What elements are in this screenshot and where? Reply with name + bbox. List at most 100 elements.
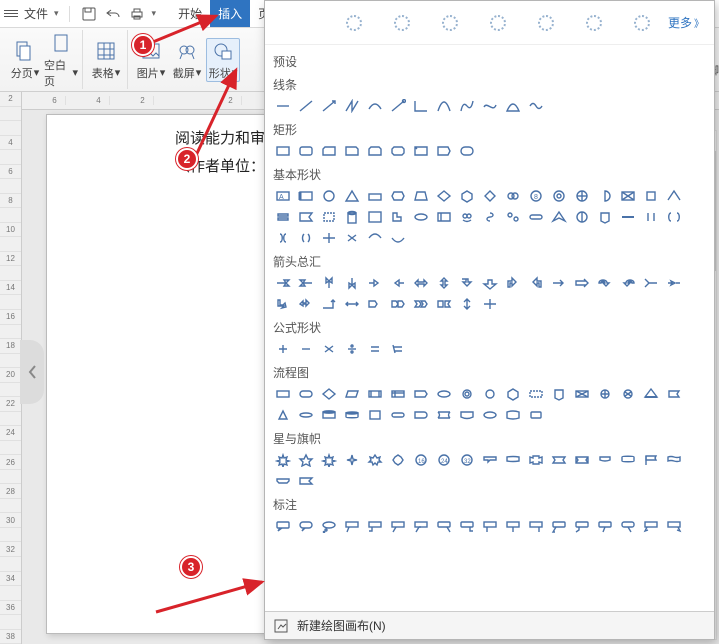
shape-arrows-25[interactable] bbox=[434, 295, 454, 313]
shape-callouts-14[interactable] bbox=[595, 517, 615, 535]
shape-callouts-17[interactable] bbox=[664, 517, 684, 535]
shape-basic-10[interactable] bbox=[503, 187, 523, 205]
shape-basic-31[interactable] bbox=[572, 208, 592, 226]
shape-basic-5[interactable] bbox=[388, 187, 408, 205]
shape-stars-18[interactable] bbox=[273, 472, 293, 490]
shape-basic-34[interactable] bbox=[641, 208, 661, 226]
shape-arrows-2[interactable] bbox=[319, 274, 339, 292]
shape-callouts-1[interactable] bbox=[296, 517, 316, 535]
shape-basic-3[interactable] bbox=[342, 187, 362, 205]
save-icon[interactable] bbox=[80, 5, 98, 23]
shape-rects-1[interactable] bbox=[296, 142, 316, 160]
shape-arrows-7[interactable] bbox=[434, 274, 454, 292]
shape-rects-7[interactable] bbox=[434, 142, 454, 160]
shape-rects-8[interactable] bbox=[457, 142, 477, 160]
shape-arrows-8[interactable] bbox=[457, 274, 477, 292]
shape-callouts-2[interactable] bbox=[319, 517, 339, 535]
shape-basic-4[interactable] bbox=[365, 187, 385, 205]
file-menu-caret[interactable]: ▾ bbox=[54, 8, 59, 19]
shape-arrows-26[interactable] bbox=[457, 295, 477, 313]
shape-basic-2[interactable] bbox=[319, 187, 339, 205]
shape-arrows-1[interactable] bbox=[296, 274, 316, 292]
shape-flowchart-8[interactable] bbox=[457, 385, 477, 403]
shape-arrows-4[interactable] bbox=[365, 274, 385, 292]
shape-rects-3[interactable] bbox=[342, 142, 362, 160]
shape-callouts-4[interactable] bbox=[365, 517, 385, 535]
shape-callouts-12[interactable] bbox=[549, 517, 569, 535]
shape-basic-7[interactable] bbox=[434, 187, 454, 205]
shape-arrows-10[interactable] bbox=[503, 274, 523, 292]
file-menu[interactable]: 文件 bbox=[24, 5, 48, 22]
shape-stars-12[interactable] bbox=[549, 451, 569, 469]
shape-basic-23[interactable] bbox=[388, 208, 408, 226]
shape-formula-1[interactable] bbox=[296, 340, 316, 358]
shape-arrows-13[interactable] bbox=[572, 274, 592, 292]
shape-flowchart-5[interactable] bbox=[388, 385, 408, 403]
shape-stars-4[interactable] bbox=[365, 451, 385, 469]
shape-arrows-19[interactable] bbox=[296, 295, 316, 313]
shape-basic-21[interactable] bbox=[342, 208, 362, 226]
shape-basic-16[interactable] bbox=[641, 187, 661, 205]
shape-basic-12[interactable] bbox=[549, 187, 569, 205]
shape-flowchart-25[interactable] bbox=[434, 406, 454, 424]
shape-callouts-13[interactable] bbox=[572, 517, 592, 535]
shape-basic-13[interactable] bbox=[572, 187, 592, 205]
shape-stars-17[interactable] bbox=[664, 451, 684, 469]
shape-callouts-5[interactable] bbox=[388, 517, 408, 535]
shape-lines-8[interactable] bbox=[457, 97, 477, 115]
shape-basic-26[interactable] bbox=[457, 208, 477, 226]
shape-flowchart-2[interactable] bbox=[319, 385, 339, 403]
shape-flowchart-7[interactable] bbox=[434, 385, 454, 403]
shape-basic-36[interactable] bbox=[273, 229, 293, 247]
shape-flowchart-13[interactable] bbox=[572, 385, 592, 403]
table-button[interactable]: 表格▾ bbox=[89, 39, 123, 81]
shape-basic-35[interactable] bbox=[664, 208, 684, 226]
shape-callouts-10[interactable] bbox=[503, 517, 523, 535]
shape-basic-20[interactable] bbox=[319, 208, 339, 226]
shape-flowchart-15[interactable] bbox=[618, 385, 638, 403]
shape-lines-7[interactable] bbox=[434, 97, 454, 115]
shape-lines-6[interactable] bbox=[411, 97, 431, 115]
shape-arrows-22[interactable] bbox=[365, 295, 385, 313]
shape-basic-40[interactable] bbox=[365, 229, 385, 247]
shape-stars-19[interactable] bbox=[296, 472, 316, 490]
shape-flowchart-16[interactable] bbox=[641, 385, 661, 403]
shape-arrows-12[interactable] bbox=[549, 274, 569, 292]
shape-basic-28[interactable] bbox=[503, 208, 523, 226]
shape-lines-0[interactable] bbox=[273, 97, 293, 115]
paging-button[interactable]: 分页▾ bbox=[8, 39, 42, 81]
shape-flowchart-4[interactable] bbox=[365, 385, 385, 403]
shape-callouts-3[interactable] bbox=[342, 517, 362, 535]
shape-arrows-15[interactable] bbox=[618, 274, 638, 292]
shape-formula-0[interactable] bbox=[273, 340, 293, 358]
shape-flowchart-18[interactable] bbox=[273, 406, 293, 424]
shape-basic-37[interactable] bbox=[296, 229, 316, 247]
shape-arrows-23[interactable] bbox=[388, 295, 408, 313]
shape-basic-0[interactable]: A bbox=[273, 187, 293, 205]
shape-lines-5[interactable] bbox=[388, 97, 408, 115]
shape-arrows-3[interactable] bbox=[342, 274, 362, 292]
shape-stars-5[interactable] bbox=[388, 451, 408, 469]
hamburger-icon[interactable] bbox=[4, 10, 18, 17]
shape-stars-3[interactable] bbox=[342, 451, 362, 469]
shape-callouts-9[interactable] bbox=[480, 517, 500, 535]
shape-flowchart-3[interactable] bbox=[342, 385, 362, 403]
shape-basic-8[interactable] bbox=[457, 187, 477, 205]
shape-arrows-0[interactable] bbox=[273, 274, 293, 292]
shape-lines-10[interactable] bbox=[503, 97, 523, 115]
shape-arrows-20[interactable] bbox=[319, 295, 339, 313]
shape-stars-14[interactable] bbox=[595, 451, 615, 469]
shape-lines-11[interactable] bbox=[526, 97, 546, 115]
shape-stars-16[interactable] bbox=[641, 451, 661, 469]
shape-basic-30[interactable] bbox=[549, 208, 569, 226]
shape-stars-15[interactable] bbox=[618, 451, 638, 469]
shape-arrows-6[interactable] bbox=[411, 274, 431, 292]
shape-stars-6[interactable]: 16 bbox=[411, 451, 431, 469]
shape-lines-1[interactable] bbox=[296, 97, 316, 115]
shape-flowchart-28[interactable] bbox=[503, 406, 523, 424]
shape-basic-14[interactable] bbox=[595, 187, 615, 205]
shape-formula-3[interactable] bbox=[342, 340, 362, 358]
shape-flowchart-22[interactable] bbox=[365, 406, 385, 424]
shape-flowchart-12[interactable] bbox=[549, 385, 569, 403]
undo-icon[interactable] bbox=[104, 5, 122, 23]
